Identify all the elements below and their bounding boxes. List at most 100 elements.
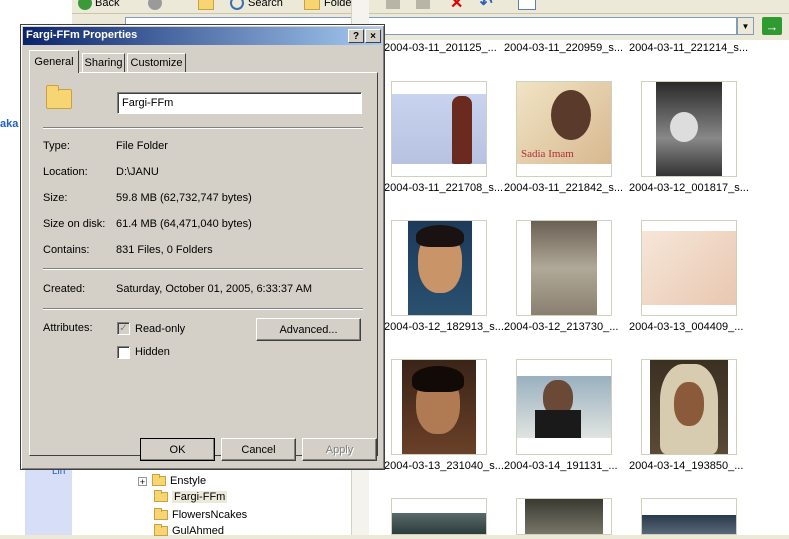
hidden-label: Hidden: [135, 346, 170, 358]
thumbnail-image[interactable]: [516, 359, 612, 455]
type-label: Type:: [43, 140, 70, 152]
thumbnail-caption[interactable]: 2004-03-11_221708_s...: [384, 182, 503, 194]
delete-x-icon: ✕: [450, 0, 464, 12]
folder-icon: [46, 85, 72, 109]
tree-item-flowersncakes[interactable]: FlowersNcakes: [154, 507, 247, 523]
properties-dialog: Fargi-FFm Properties ? × General Sharing…: [20, 24, 385, 470]
views-button[interactable]: [518, 0, 536, 12]
tab-sharing[interactable]: Sharing: [82, 53, 125, 72]
copy-to-button[interactable]: [416, 0, 430, 12]
folder-icon: [154, 508, 168, 520]
size-on-disk-label: Size on disk:: [43, 218, 106, 230]
close-button[interactable]: ×: [365, 29, 381, 43]
thumbnail-caption[interactable]: 2004-03-12_182913_s...: [384, 321, 504, 333]
tree-item-fargi-ffm[interactable]: Fargi-FFm: [154, 489, 228, 505]
type-value: File Folder: [116, 140, 168, 152]
tree-item-label: FlowersNcakes: [172, 509, 248, 521]
tab-label: Sharing: [84, 57, 123, 69]
thumbnail-image[interactable]: [641, 81, 737, 177]
tasks-pane: [25, 470, 73, 535]
help-button[interactable]: ?: [348, 29, 364, 43]
thumbnail-view: 2004-03-11_201125_... 2004-03-11_220959_…: [378, 40, 789, 535]
up-folder-button[interactable]: [198, 0, 214, 12]
advanced-button[interactable]: Advanced...: [256, 318, 361, 341]
thumbnail-caption[interactable]: 2004-03-12_001817_s...: [629, 182, 749, 194]
search-icon: [230, 0, 244, 10]
attributes-label: Attributes:: [43, 322, 93, 334]
general-tab-page: [29, 72, 378, 456]
thumbnail-caption[interactable]: 2004-03-11_221842_s...: [504, 182, 623, 194]
undo-icon: ↶: [480, 0, 493, 12]
tree-item-gulahmed[interactable]: GulAhmed: [154, 523, 224, 539]
help-icon: ?: [352, 30, 360, 42]
created-value: Saturday, October 01, 2005, 6:33:37 AM: [116, 283, 313, 295]
thumbnail-image[interactable]: [641, 359, 737, 455]
tree-item-label: GulAhmed: [172, 525, 224, 537]
forward-button[interactable]: [148, 0, 162, 12]
thumbnail-image[interactable]: [391, 81, 487, 177]
cancel-button[interactable]: Cancel: [221, 438, 296, 461]
tab-customize[interactable]: Customize: [127, 53, 186, 72]
thumbnail-caption[interactable]: 2004-03-13_004409_...: [629, 321, 743, 333]
go-button[interactable]: →: [762, 17, 782, 35]
dialog-title: Fargi-FFm Properties: [26, 29, 138, 41]
dialog-titlebar[interactable]: Fargi-FFm Properties ? ×: [23, 27, 382, 45]
hidden-checkbox[interactable]: [117, 346, 130, 359]
move-to-icon: [386, 0, 400, 9]
separator: [43, 308, 363, 310]
thumbnail-caption[interactable]: 2004-03-13_231040_s...: [384, 460, 504, 472]
apply-button[interactable]: Apply: [302, 438, 377, 461]
size-on-disk-value: 61.4 MB (64,471,040 bytes): [116, 218, 252, 230]
contains-value: 831 Files, 0 Folders: [116, 244, 213, 256]
undo-button[interactable]: ↶: [480, 0, 493, 12]
thumbnail-image[interactable]: [391, 220, 487, 316]
tab-label: General: [34, 56, 74, 68]
check-mark-icon: ✓: [119, 323, 128, 334]
go-arrow-icon: →: [765, 18, 779, 34]
search-label: Search: [248, 0, 283, 9]
left-task-link[interactable]: aka: [0, 118, 18, 130]
thumbnail-caption[interactable]: 2004-03-14_193850_...: [629, 460, 743, 472]
move-to-button[interactable]: [386, 0, 400, 12]
thumbnail-image[interactable]: [516, 498, 612, 535]
size-label: Size:: [43, 192, 68, 204]
address-dropdown-button[interactable]: ▼: [737, 17, 754, 35]
folder-name-input[interactable]: [117, 92, 362, 114]
thumbnail-image[interactable]: Sadia Imam: [516, 81, 612, 177]
thumbnail-image[interactable]: [391, 498, 487, 535]
thumbnail-image[interactable]: [641, 220, 737, 316]
copy-to-icon: [416, 0, 430, 9]
back-arrow-icon: [78, 0, 92, 10]
tree-item-enstyle[interactable]: + Enstyle: [138, 473, 206, 489]
thumbnail-caption[interactable]: 2004-03-11_220959_s...: [504, 42, 623, 54]
dropdown-arrow-icon: ▼: [741, 21, 750, 31]
thumbnail-caption[interactable]: 2004-03-12_213730_...: [504, 321, 618, 333]
back-label: Back: [95, 0, 120, 9]
tab-general[interactable]: General: [29, 50, 79, 73]
location-label: Location:: [43, 166, 88, 178]
delete-button[interactable]: ✕: [450, 0, 463, 12]
thumbnail-image[interactable]: [391, 359, 487, 455]
folders-icon: [304, 0, 320, 10]
folder-tree: + Enstyle Fargi-FFm FlowersNcakes GulAhm…: [72, 470, 351, 537]
contains-label: Contains:: [43, 244, 90, 256]
created-label: Created:: [43, 283, 86, 295]
size-value: 59.8 MB (62,732,747 bytes): [116, 192, 252, 204]
separator: [43, 268, 363, 270]
back-button[interactable]: Back: [78, 0, 119, 12]
forward-arrow-icon: [148, 0, 162, 10]
thumbnail-caption[interactable]: 2004-03-11_221214_s...: [629, 42, 748, 54]
up-folder-icon: [198, 0, 214, 10]
readonly-checkbox[interactable]: ✓: [117, 322, 130, 335]
close-icon: ×: [370, 30, 376, 42]
tree-item-label: Fargi-FFm: [172, 491, 228, 503]
thumbnail-image[interactable]: [516, 220, 612, 316]
thumbnail-image[interactable]: [641, 498, 737, 535]
tree-expand-icon[interactable]: +: [138, 476, 147, 486]
thumbnail-caption[interactable]: 2004-03-11_201125_...: [384, 42, 497, 54]
location-value: D:\JANU: [116, 166, 159, 178]
readonly-label: Read-only: [135, 323, 186, 335]
thumbnail-caption[interactable]: 2004-03-14_191131_...: [504, 460, 618, 472]
ok-button[interactable]: OK: [140, 438, 215, 461]
search-button[interactable]: Search: [230, 0, 283, 12]
